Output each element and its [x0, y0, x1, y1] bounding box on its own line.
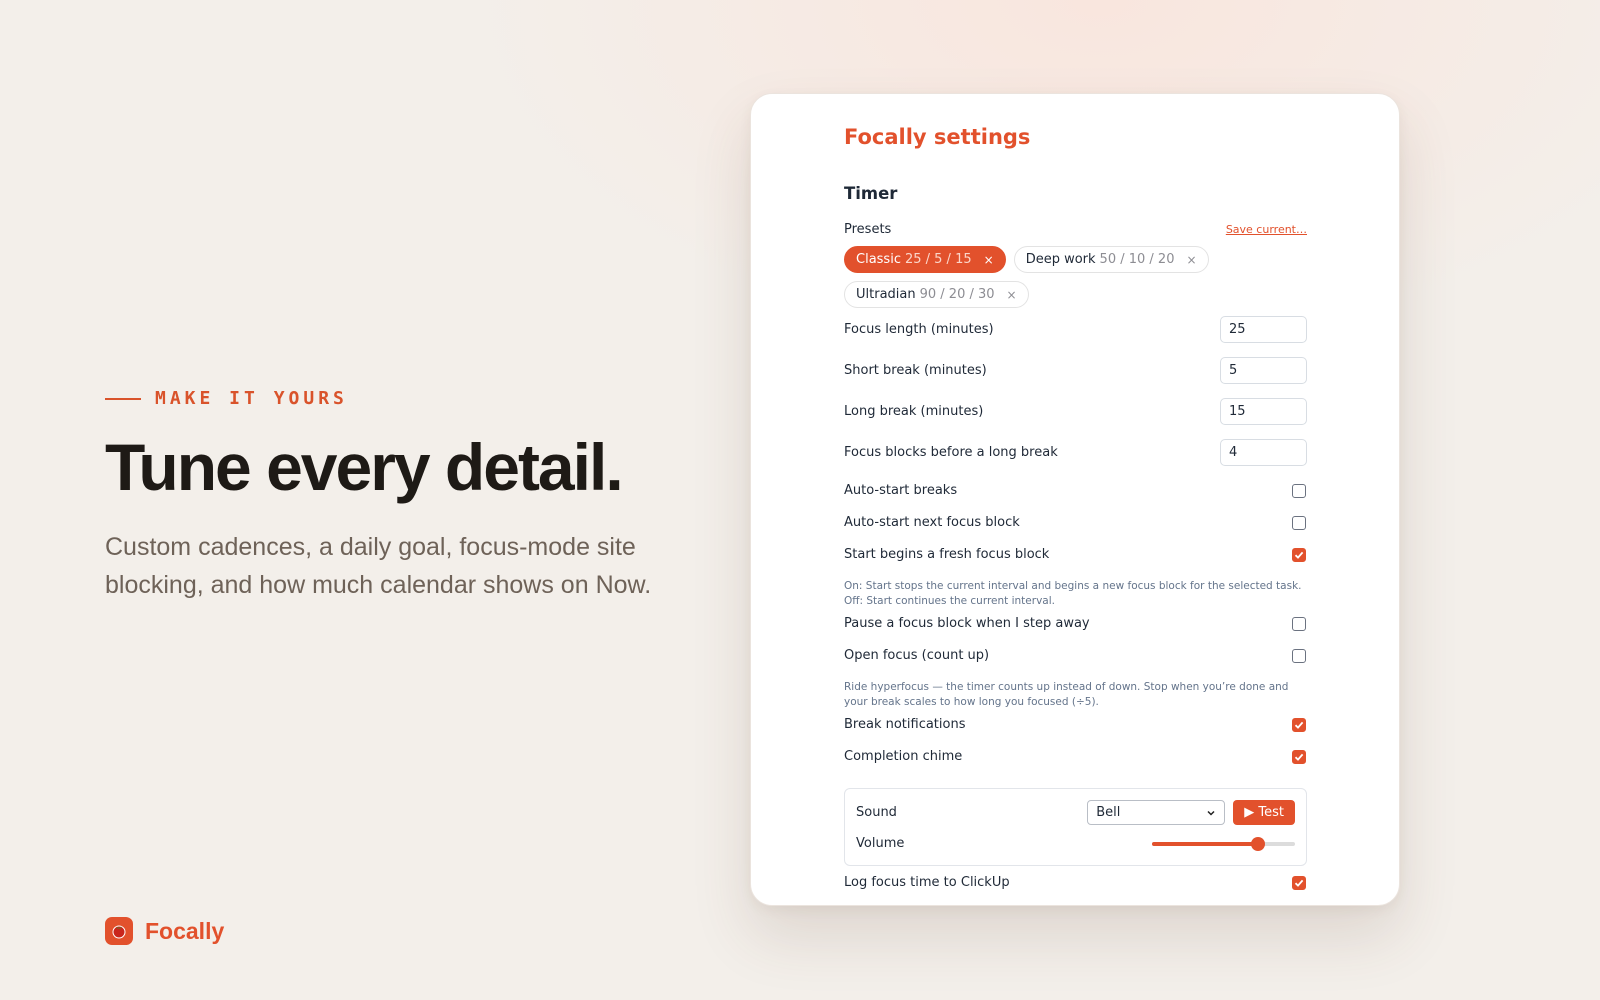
checkmark-icon: [1294, 721, 1304, 729]
pause-step-away-checkbox[interactable]: [1292, 616, 1306, 631]
chevron-down-icon: [1207, 810, 1215, 816]
preset-name: Deep work: [1025, 252, 1096, 267]
setting-label: Focus blocks before a long break: [844, 445, 1058, 460]
setting-focus-length: Focus length (minutes): [844, 316, 1307, 343]
setting-open-focus: Open focus (count up): [844, 648, 1307, 663]
short-break-input[interactable]: [1220, 357, 1307, 384]
setting-break-notifications: Break notifications: [844, 717, 1307, 732]
blocks-before-long-break-input[interactable]: [1220, 439, 1307, 466]
preset-chip-ultradian[interactable]: Ultradian 90 / 20 / 30 ×: [844, 281, 1029, 308]
auto-start-focus-checkbox[interactable]: [1292, 515, 1306, 530]
log-clickup-checkbox[interactable]: [1292, 875, 1306, 890]
presets-header: Presets Save current…: [844, 222, 1307, 237]
preset-chips: Classic 25 / 5 / 15 × Deep work 50 / 10 …: [844, 246, 1307, 308]
preset-chip-classic[interactable]: Classic 25 / 5 / 15 ×: [844, 246, 1006, 273]
test-sound-button[interactable]: ▶ Test: [1233, 800, 1295, 825]
sound-controls: Bell ▶ Test: [1087, 800, 1295, 825]
hero-title: Tune every detail.: [105, 430, 624, 504]
preset-name: Classic: [856, 252, 901, 267]
sound-settings-box: Sound Bell ▶ Test Volume: [844, 788, 1307, 866]
open-focus-help: Ride hyperfocus — the timer counts up in…: [844, 681, 1289, 708]
volume-label: Volume: [856, 836, 905, 851]
long-break-input[interactable]: [1220, 398, 1307, 425]
presets-label: Presets: [844, 222, 892, 237]
sound-label: Sound: [856, 805, 897, 820]
section-title-timer: Timer: [844, 184, 898, 203]
setting-auto-start-focus: Auto-start next focus block: [844, 515, 1307, 530]
settings-title: Focally settings: [844, 125, 1031, 149]
setting-blocks-before-long-break: Focus blocks before a long break: [844, 439, 1307, 466]
brand-name: Focally: [145, 917, 225, 944]
setting-label: Log focus time to ClickUp: [844, 875, 1010, 890]
preset-cadence: 25 / 5 / 15: [904, 252, 972, 267]
hero: MAKE IT YOURS Tune every detail. Custom …: [105, 388, 685, 604]
preset-cadence: 50 / 10 / 20: [1099, 252, 1175, 267]
open-focus-checkbox[interactable]: [1292, 648, 1306, 663]
setting-label: Pause a focus block when I step away: [844, 616, 1090, 631]
fresh-focus-help: On: Start stops the current interval and…: [844, 580, 1302, 607]
completion-chime-checkbox[interactable]: [1292, 749, 1306, 764]
setting-label: Open focus (count up): [844, 648, 990, 663]
setting-completion-chime: Completion chime: [844, 749, 1307, 764]
volume-row: Volume: [856, 836, 1295, 851]
volume-thumb[interactable]: [1251, 836, 1265, 851]
eyebrow-text: MAKE IT YOURS: [155, 388, 348, 409]
preset-chip-deep-work[interactable]: Deep work 50 / 10 / 20 ×: [1013, 246, 1209, 273]
settings-card: Focally settings Timer Presets Save curr…: [750, 93, 1400, 906]
preset-cadence: 90 / 20 / 30: [919, 287, 995, 302]
setting-auto-start-breaks: Auto-start breaks: [844, 483, 1307, 498]
break-notifications-checkbox[interactable]: [1292, 717, 1306, 732]
volume-slider[interactable]: [1152, 836, 1295, 851]
setting-long-break: Long break (minutes): [844, 398, 1307, 425]
tomato-icon: [105, 917, 133, 945]
setting-label: Long break (minutes): [844, 404, 984, 419]
sound-row: Sound Bell ▶ Test: [856, 800, 1295, 825]
sound-select[interactable]: Bell: [1087, 800, 1226, 825]
eyebrow: MAKE IT YOURS: [105, 388, 685, 409]
setting-label: Completion chime: [844, 749, 963, 764]
sound-select-value: Bell: [1096, 805, 1121, 820]
setting-label: Focus length (minutes): [844, 322, 994, 337]
hero-subtitle: Custom cadences, a daily goal, focus-mod…: [105, 532, 652, 599]
setting-pause-step-away: Pause a focus block when I step away: [844, 616, 1307, 631]
setting-label: Short break (minutes): [844, 363, 987, 378]
setting-log-clickup: Log focus time to ClickUp: [844, 875, 1307, 890]
checkmark-icon: [1294, 753, 1304, 761]
volume-fill: [1152, 841, 1258, 846]
close-icon[interactable]: ×: [984, 253, 994, 267]
focus-length-input[interactable]: [1220, 316, 1307, 343]
save-current-link[interactable]: Save current…: [1226, 223, 1307, 236]
setting-label: Break notifications: [844, 717, 966, 732]
setting-fresh-focus-block: Start begins a fresh focus block: [844, 547, 1307, 562]
setting-label: Auto-start breaks: [844, 483, 958, 498]
test-sound-label: ▶ Test: [1244, 805, 1284, 820]
auto-start-breaks-checkbox[interactable]: [1292, 483, 1306, 498]
close-icon[interactable]: ×: [1186, 253, 1196, 267]
setting-short-break: Short break (minutes): [844, 357, 1307, 384]
setting-label: Auto-start next focus block: [844, 515, 1020, 530]
checkmark-icon: [1294, 879, 1304, 887]
fresh-focus-block-checkbox[interactable]: [1292, 547, 1306, 562]
setting-label: Start begins a fresh focus block: [844, 547, 1050, 562]
checkmark-icon: [1294, 551, 1304, 559]
close-icon[interactable]: ×: [1007, 288, 1017, 302]
brand: Focally: [105, 917, 224, 945]
eyebrow-line: [105, 397, 141, 400]
preset-name: Ultradian: [856, 287, 916, 302]
